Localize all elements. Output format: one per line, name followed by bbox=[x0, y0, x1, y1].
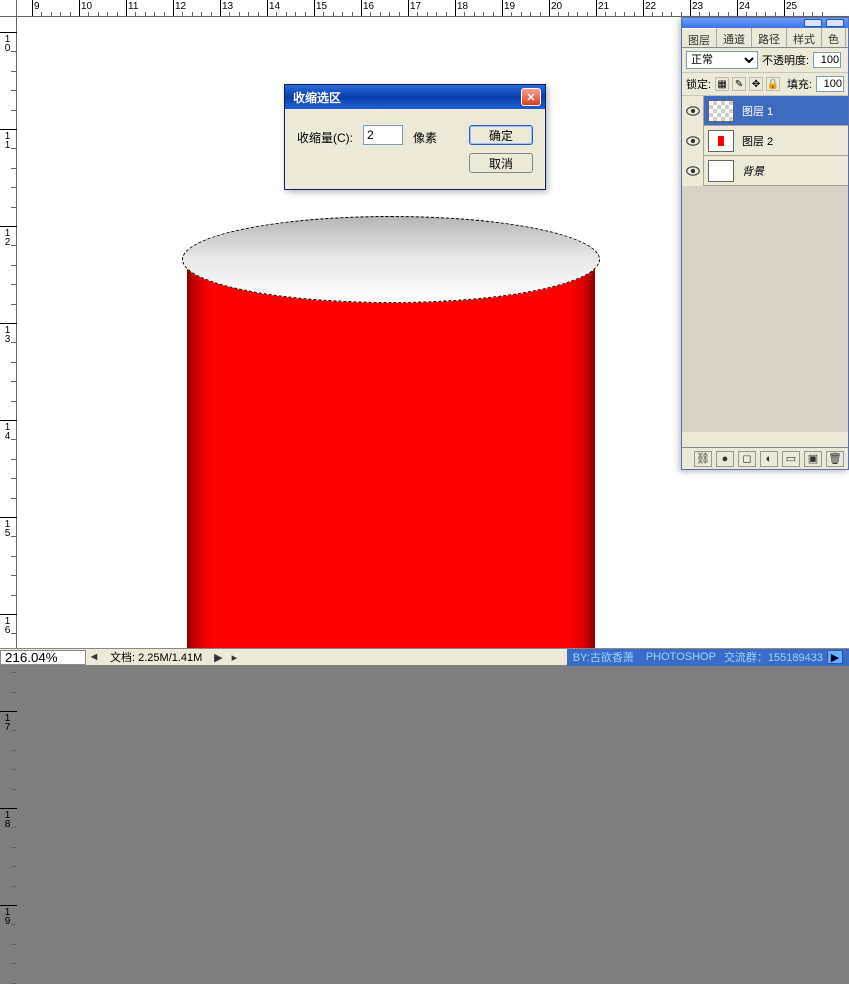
ruler-v-label: 18 bbox=[2, 810, 13, 828]
layer-name[interactable]: 背景 bbox=[738, 163, 848, 179]
lock-icons-group: ▦ ✎ ✥ 🔒 bbox=[715, 77, 780, 91]
adjustment-layer-icon[interactable]: ◐ bbox=[760, 451, 778, 467]
ruler-h-label: 11 bbox=[128, 1, 138, 12]
ruler-v-label: 10 bbox=[2, 34, 13, 52]
ruler-v-label: 13 bbox=[2, 325, 13, 343]
ruler-corner bbox=[0, 0, 17, 17]
cancel-button[interactable]: 取消 bbox=[469, 153, 533, 173]
ruler-h-label: 24 bbox=[739, 1, 750, 12]
visibility-eye-icon[interactable] bbox=[682, 96, 704, 126]
ruler-h-label: 20 bbox=[551, 1, 562, 12]
ruler-h-label: 19 bbox=[504, 1, 515, 12]
ruler-v-label: 11 bbox=[2, 131, 13, 149]
ruler-v-label: 17 bbox=[2, 713, 13, 731]
close-panel-icon[interactable] bbox=[826, 19, 844, 27]
credits-group: 交流群：155189433 bbox=[724, 649, 823, 665]
ruler-h-label: 12 bbox=[175, 1, 186, 12]
layer-thumbnail[interactable] bbox=[708, 130, 734, 152]
marching-ants-selection bbox=[182, 216, 600, 303]
tab-channels[interactable]: 通道 bbox=[717, 28, 752, 47]
cup-body-shape bbox=[187, 258, 595, 658]
dialog-title: 收缩选区 bbox=[293, 89, 341, 106]
ruler-v-label: 12 bbox=[2, 228, 13, 246]
lock-pixels-icon[interactable]: ✎ bbox=[732, 77, 746, 91]
trash-icon[interactable]: 🗑 bbox=[826, 451, 844, 467]
ruler-h-label: 14 bbox=[269, 1, 280, 12]
layer-style-icon[interactable]: ● bbox=[716, 451, 734, 467]
lock-label: 锁定: bbox=[686, 76, 711, 92]
ruler-h-label: 10 bbox=[81, 1, 92, 12]
lock-all-icon[interactable]: 🔒 bbox=[766, 77, 780, 91]
layer-row[interactable]: 背景 bbox=[682, 156, 848, 186]
status-bar: ◄ 文档: 2.25M/1.41M ▶ ▸ BY:古欲香萧 PHOTOSHOP … bbox=[0, 648, 849, 665]
opacity-label: 不透明度: bbox=[762, 52, 809, 68]
contract-amount-label: 收缩量(C): bbox=[297, 125, 353, 146]
ruler-h-label: 15 bbox=[316, 1, 327, 12]
lock-transparent-icon[interactable]: ▦ bbox=[715, 77, 729, 91]
opacity-input[interactable] bbox=[813, 52, 841, 68]
ruler-h-label: 22 bbox=[645, 1, 656, 12]
credits-by: BY:古欲香萧 bbox=[573, 649, 634, 665]
contract-selection-dialog: 收缩选区 ✕ 收缩量(C): 像素 确定 取消 bbox=[284, 84, 546, 190]
zoom-input[interactable] bbox=[0, 650, 86, 665]
blend-mode-select[interactable]: 正常 bbox=[686, 51, 758, 69]
ruler-v-label: 14 bbox=[2, 422, 13, 440]
layer-row[interactable]: 图层 2 bbox=[682, 126, 848, 156]
layer-thumbnail[interactable] bbox=[708, 100, 734, 122]
doc-label: 文档: bbox=[110, 652, 135, 664]
link-layers-icon[interactable]: ⛓ bbox=[694, 451, 712, 467]
ruler-h-label: 16 bbox=[363, 1, 374, 12]
ruler-v-label: 19 bbox=[2, 907, 13, 925]
status-prev-icon[interactable]: ◄ bbox=[86, 651, 102, 663]
dialog-titlebar[interactable]: 收缩选区 ✕ bbox=[285, 85, 545, 109]
lock-position-icon[interactable]: ✥ bbox=[749, 77, 763, 91]
layer-row[interactable]: 图层 1 bbox=[682, 96, 848, 126]
visibility-eye-icon[interactable] bbox=[682, 126, 704, 156]
ruler-v-label: 16 bbox=[2, 616, 13, 634]
status-next-icon[interactable]: ▶ bbox=[210, 651, 226, 664]
panel-footer: ⛓ ● ◻ ◐ ▭ ▣ 🗑 bbox=[682, 447, 848, 469]
ruler-h-label: 17 bbox=[410, 1, 421, 12]
layer-list: 图层 1 图层 2 背景 bbox=[682, 96, 848, 432]
new-layer-icon[interactable]: ▣ bbox=[804, 451, 822, 467]
close-icon[interactable]: ✕ bbox=[521, 88, 541, 106]
tab-layers[interactable]: 图层 bbox=[682, 28, 717, 47]
visibility-eye-icon[interactable] bbox=[682, 156, 704, 186]
layer-mask-icon[interactable]: ◻ bbox=[738, 451, 756, 467]
group-icon[interactable]: ▭ bbox=[782, 451, 800, 467]
ruler-h-label: 23 bbox=[692, 1, 703, 12]
contract-unit-label: 像素 bbox=[413, 125, 437, 146]
ruler-h-label: 25 bbox=[786, 1, 797, 12]
ruler-vertical: 10111213141516171819 bbox=[0, 17, 17, 648]
tab-color[interactable]: 色 bbox=[822, 28, 846, 47]
doc-value: 2.25M/1.41M bbox=[138, 652, 202, 664]
contract-amount-input[interactable] bbox=[363, 125, 403, 145]
fill-input[interactable] bbox=[816, 76, 844, 92]
panel-tabs: 图层 通道 路径 样式 色 bbox=[682, 28, 848, 48]
ok-button[interactable]: 确定 bbox=[469, 125, 533, 145]
status-menu-icon[interactable]: ▸ bbox=[226, 651, 242, 664]
layers-panel: 图层 通道 路径 样式 色 正常 不透明度: 锁定: ▦ ✎ ✥ 🔒 填充: 图… bbox=[681, 17, 849, 470]
ruler-h-label: 21 bbox=[598, 1, 609, 12]
fill-label: 填充: bbox=[787, 76, 812, 92]
ruler-v-label: 15 bbox=[2, 519, 13, 537]
ruler-h-label: 9 bbox=[34, 1, 40, 12]
ruler-horizontal: 9 10 11 12 13 14 15 16 17 18 19 20 21 22 23 24 25 bbox=[17, 0, 849, 17]
layer-thumbnail[interactable] bbox=[708, 160, 734, 182]
panel-window-bar[interactable] bbox=[682, 18, 848, 28]
layer-name[interactable]: 图层 1 bbox=[738, 103, 848, 119]
go-icon[interactable]: ▶ bbox=[827, 650, 843, 664]
credits-app: PHOTOSHOP bbox=[646, 651, 716, 663]
credits-bar: BY:古欲香萧 PHOTOSHOP 交流群：155189433 ▶ bbox=[567, 649, 849, 666]
minimize-icon[interactable] bbox=[804, 19, 822, 27]
ruler-h-label: 18 bbox=[457, 1, 468, 12]
ruler-h-label: 13 bbox=[222, 1, 233, 12]
tab-paths[interactable]: 路径 bbox=[752, 28, 787, 47]
layer-name[interactable]: 图层 2 bbox=[738, 133, 848, 149]
tab-styles[interactable]: 样式 bbox=[787, 28, 822, 47]
